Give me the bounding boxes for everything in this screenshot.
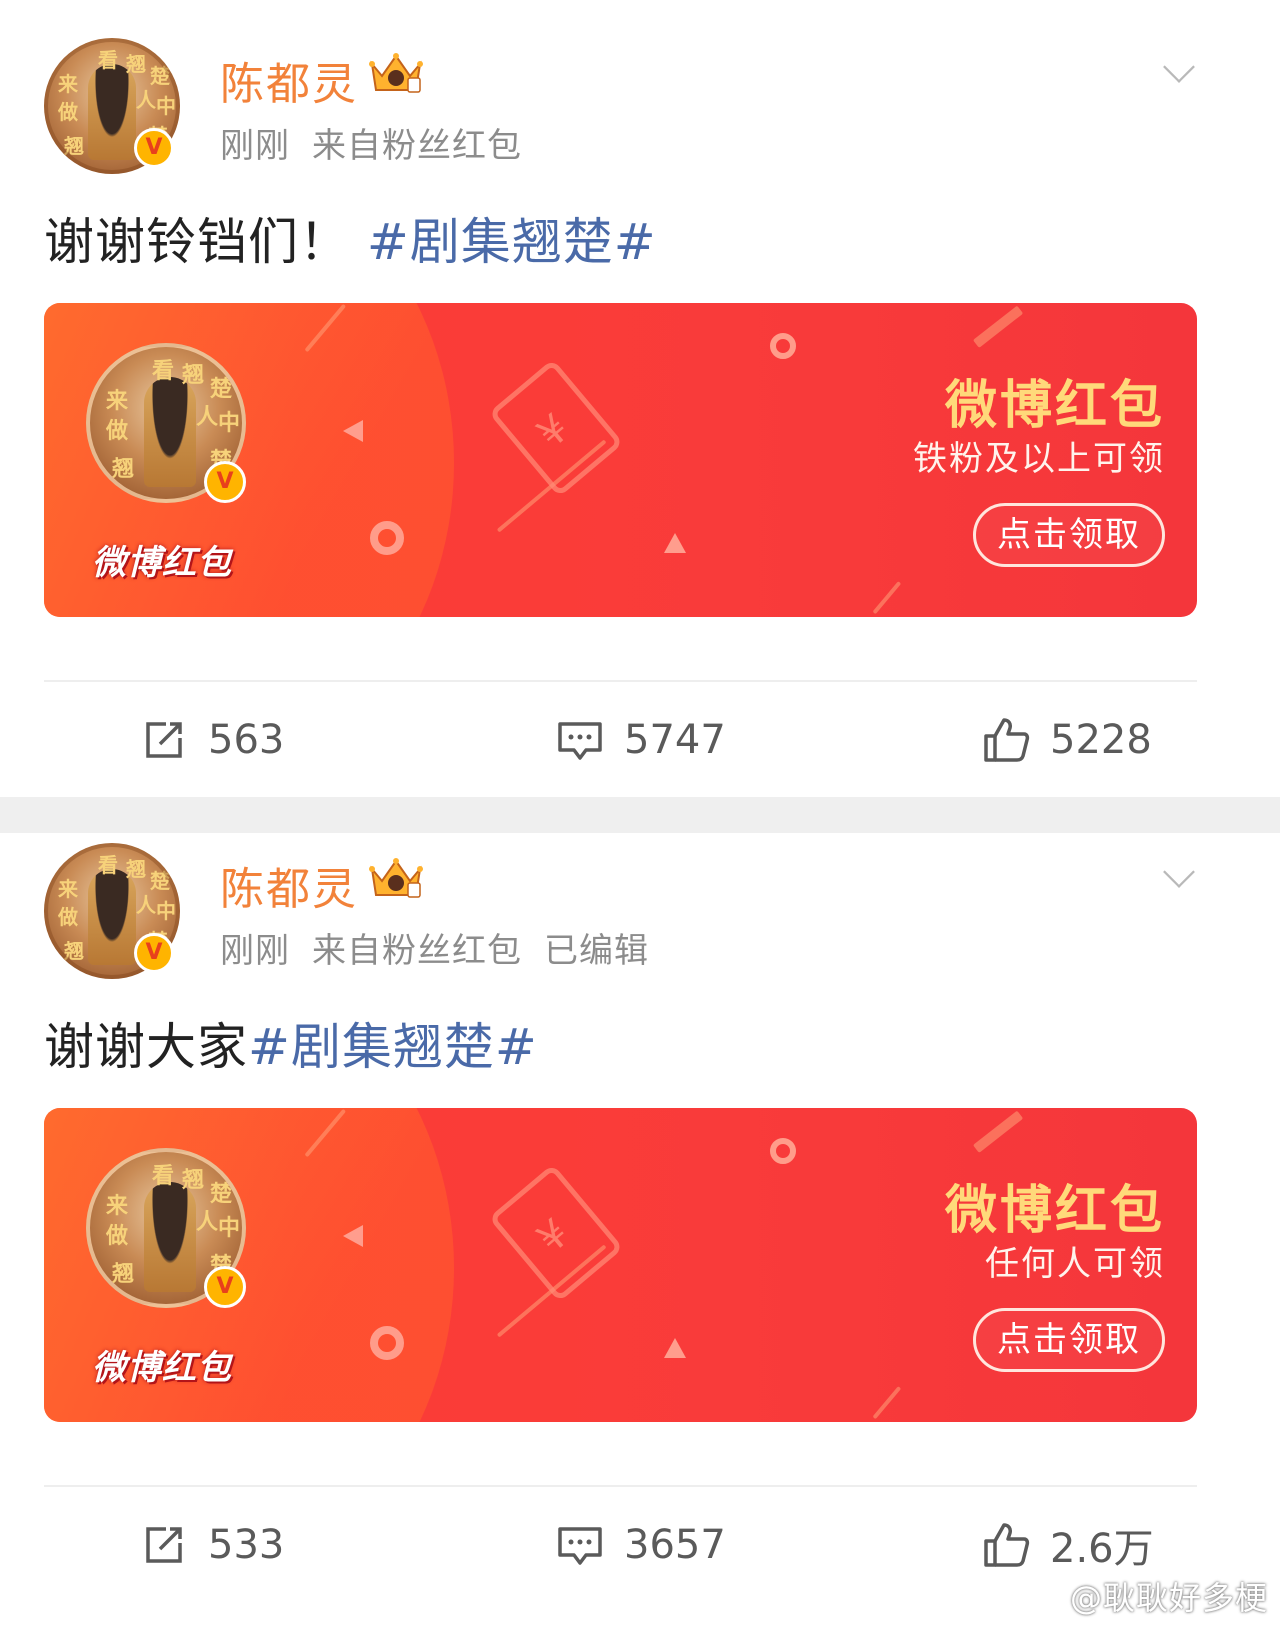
post-meta: 刚刚 来自粉丝红包 [220,118,544,167]
chevron-down-icon[interactable] [1163,51,1195,83]
card-streak [972,1110,1024,1153]
thumbs-up-icon [984,718,1030,762]
crown-badge-icon[interactable] [368,855,424,901]
card-circle [770,1138,796,1164]
repost-count: 563 [208,717,285,763]
red-packet-card[interactable]: 来 看 翘 楚 做 人 中 翘 楚 V 微博红包 微博红包 铁粉及以上可领 点击… [44,303,1197,617]
card-subtitle: 任何人可领 [985,1244,1165,1284]
post-meta: 刚刚 来自粉丝红包 已编辑 [220,923,671,972]
crown-badge-icon[interactable] [368,50,424,96]
card-circle [770,333,796,359]
post-time: 刚刚 [220,126,290,166]
comment-icon [558,1527,602,1565]
verified-badge: V [134,128,174,168]
action-bar: 563 5747 5228 [0,690,1280,790]
card-brand-logo: 微博红包 [92,543,232,583]
card-streak [872,1386,902,1420]
username[interactable]: 陈都灵 [220,48,358,112]
claim-button[interactable]: 点击领取 [973,503,1165,567]
card-circle [370,521,404,555]
repost-button[interactable]: 533 [140,1495,284,1595]
repost-icon [146,722,182,758]
repost-count: 533 [208,1522,285,1568]
feed-separator [0,797,1280,833]
claim-button[interactable]: 点击领取 [973,1308,1165,1372]
card-title: 微博红包 [944,376,1165,436]
post-time: 刚刚 [220,931,290,971]
hashtag-link[interactable]: #剧集翘楚# [248,1018,538,1076]
post-text: 谢谢大家#剧集翘楚# [44,1007,538,1079]
repost-button[interactable]: 563 [140,690,284,790]
post-source: 来自粉丝红包 [312,931,522,971]
username[interactable]: 陈都灵 [220,853,358,917]
action-divider [44,1485,1197,1487]
watermark: @耿耿好多梗 [1069,1579,1268,1617]
card-title: 微博红包 [944,1181,1165,1241]
card-triangle [343,1225,363,1247]
weibo-post-2: 来 看 翘 楚 做 人 中 翘 楚 V 陈都灵 刚刚来自粉丝红包已编辑 谢谢大家… [0,833,1280,1633]
post-source: 来自粉丝红包 [312,126,522,166]
comment-count: 3657 [624,1522,726,1568]
hashtag-link[interactable]: #剧集翘楚# [367,213,657,271]
card-streak [972,305,1024,348]
card-verified-badge: V [204,461,246,503]
comment-count: 5747 [624,717,726,763]
comment-button[interactable]: 3657 [556,1495,726,1595]
like-count: 2.6万 [1050,1526,1154,1572]
verified-badge: V [134,933,174,973]
envelope-icon [488,1163,624,1303]
action-divider [44,680,1197,682]
repost-icon [146,1527,182,1563]
red-packet-card[interactable]: 来 看 翘 楚 做 人 中 翘 楚 V 微博红包 微博红包 任何人可领 点击领取 [44,1108,1197,1422]
edited-label: 已编辑 [544,931,649,971]
post-body: 谢谢铃铛们！ [44,213,350,271]
comment-button[interactable]: 5747 [556,690,726,790]
card-brand-logo: 微博红包 [92,1348,232,1388]
card-triangle [343,420,363,442]
card-avatar-portrait [144,1182,196,1292]
chevron-down-icon[interactable] [1163,856,1195,888]
card-triangle [664,1338,686,1358]
like-count: 5228 [1050,717,1152,763]
comment-icon [558,722,602,760]
card-subtitle: 铁粉及以上可领 [913,439,1165,479]
card-verified-badge: V [204,1266,246,1308]
thumbs-up-icon [984,1523,1030,1567]
card-streak [872,581,902,615]
card-triangle [664,533,686,553]
weibo-post-1: 来 看 翘 楚 做 人 中 翘 楚 V 陈都灵 刚刚来自粉丝红包 谢谢铃铛们！ … [0,0,1280,797]
card-circle [370,1326,404,1360]
card-avatar-portrait [144,377,196,487]
like-button[interactable]: 5228 [982,690,1152,790]
post-text: 谢谢铃铛们！ #剧集翘楚# [44,202,657,274]
post-body: 谢谢大家 [44,1018,248,1076]
envelope-icon [488,358,624,498]
